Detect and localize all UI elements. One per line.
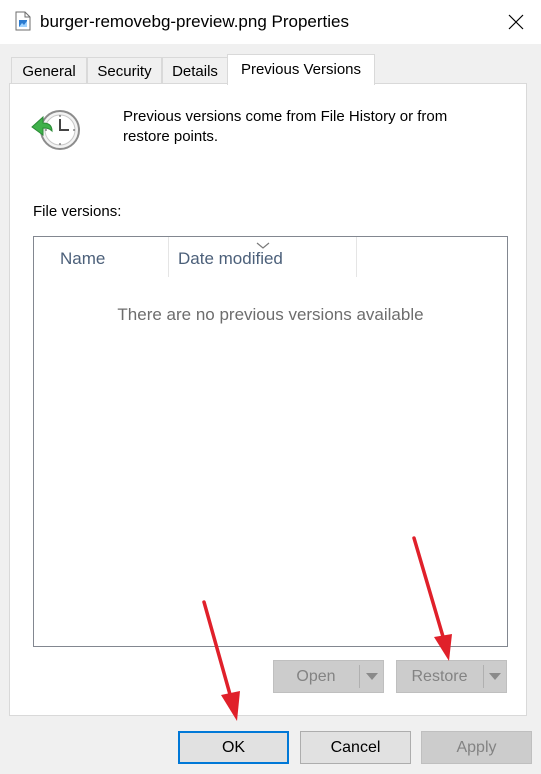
empty-list-message: There are no previous versions available <box>117 305 424 324</box>
tab-details[interactable]: Details <box>162 57 228 85</box>
close-button[interactable] <box>498 6 534 38</box>
column-separator[interactable] <box>356 237 357 277</box>
chevron-down-icon[interactable] <box>360 661 383 692</box>
file-versions-label: File versions: <box>33 203 122 220</box>
title-bar: burger-removebg-preview.png Properties <box>0 0 541 44</box>
chevron-down-icon[interactable] <box>484 661 506 692</box>
tab-general[interactable]: General <box>11 57 87 85</box>
tab-security[interactable]: Security <box>87 57 162 85</box>
column-header-name[interactable]: Name <box>50 237 168 277</box>
file-versions-list[interactable]: Name Date modified There are no previous… <box>33 236 508 647</box>
info-text: Previous versions come from File History… <box>123 108 448 145</box>
sort-chevron-icon <box>256 237 270 249</box>
file-history-icon <box>30 107 84 153</box>
window-title: burger-removebg-preview.png Properties <box>40 12 349 31</box>
restore-button[interactable]: Restore <box>396 660 507 693</box>
close-icon <box>508 14 524 30</box>
cancel-button[interactable]: Cancel <box>300 731 411 764</box>
open-button-label: Open <box>296 668 336 685</box>
restore-button-label: Restore <box>411 668 468 685</box>
ok-button[interactable]: OK <box>178 731 289 764</box>
tab-previous-versions[interactable]: Previous Versions <box>227 54 375 85</box>
open-button[interactable]: Open <box>273 660 384 693</box>
apply-button[interactable]: Apply <box>421 731 532 764</box>
image-file-icon <box>15 11 31 31</box>
